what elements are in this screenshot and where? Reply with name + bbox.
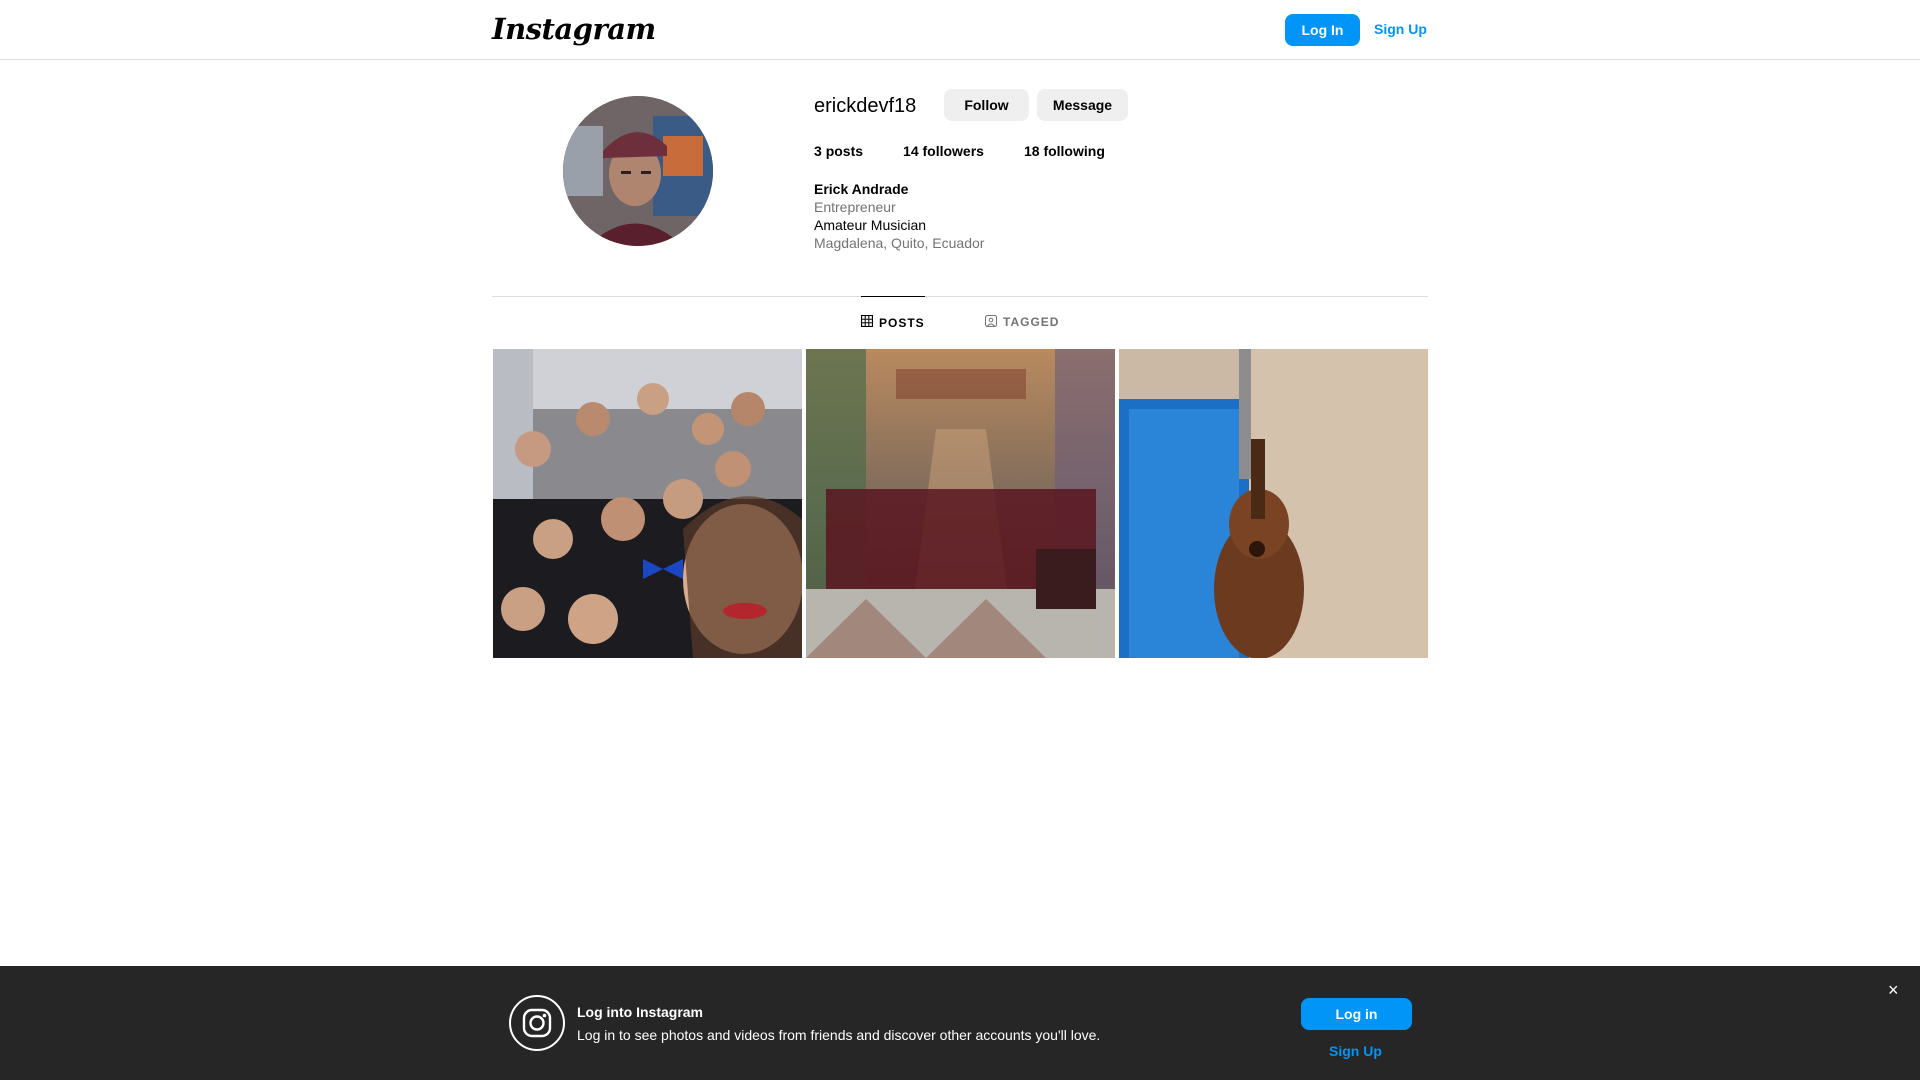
following-count: 18	[1023, 143, 1040, 159]
following-label: following	[1043, 143, 1105, 159]
close-icon[interactable]: ×	[1888, 980, 1899, 1001]
post-thumbnail-1[interactable]	[493, 349, 802, 658]
guitar-photo	[1119, 349, 1428, 658]
message-button[interactable]: Message	[1037, 89, 1128, 121]
choir-cathedral-photo	[806, 349, 1115, 658]
tab-tagged[interactable]: TAGGED	[984, 296, 1060, 348]
followers-count: 14	[903, 143, 919, 159]
top-nav: Instagram Log In Sign Up	[0, 0, 1920, 60]
profile-bio: Erick Andrade Entrepreneur Amateur Music…	[814, 180, 984, 252]
tagged-icon	[984, 314, 998, 330]
instagram-logo[interactable]: Instagram	[492, 12, 656, 46]
banner-text: Log in to see photos and videos from fri…	[577, 1027, 1101, 1043]
tab-tagged-label: TAGGED	[1003, 315, 1060, 329]
profile-full-name: Erick Andrade	[814, 181, 909, 197]
post-grid	[493, 349, 1428, 658]
profile-bio-line: Amateur Musician	[814, 217, 927, 233]
post-thumbnail-2[interactable]	[806, 349, 1115, 658]
login-banner	[0, 966, 1920, 1080]
profile-location: Magdalena, Quito, Ecuador	[814, 235, 985, 251]
login-button[interactable]: Log In	[1285, 14, 1360, 46]
posts-count: 3	[814, 143, 822, 159]
followers-label: followers	[922, 143, 984, 159]
instagram-icon	[509, 995, 565, 1051]
grid-icon	[860, 314, 874, 330]
tab-posts-label: POSTS	[879, 315, 925, 330]
posts-stat: 3 posts	[814, 143, 863, 159]
follow-button[interactable]: Follow	[944, 89, 1029, 121]
tabs-divider	[492, 296, 1428, 297]
post-thumbnail-3[interactable]	[1119, 349, 1428, 658]
followers-stat[interactable]: 14 followers	[903, 143, 984, 159]
profile-username: erickdevf18	[814, 95, 917, 117]
following-stat[interactable]: 18 following	[1024, 143, 1105, 159]
group-selfie-photo	[493, 349, 802, 658]
banner-signup-link[interactable]: Sign Up	[1329, 1043, 1382, 1059]
signup-link[interactable]: Sign Up	[1374, 21, 1427, 37]
profile-stats: 3 posts 14 followers 18 following	[814, 143, 1105, 159]
profile-avatar[interactable]	[563, 96, 713, 246]
banner-login-button[interactable]: Log in	[1301, 998, 1412, 1030]
posts-label: posts	[825, 143, 864, 159]
banner-title: Log into Instagram	[577, 1004, 703, 1020]
avatar-photo	[563, 96, 713, 246]
profile-category: Entrepreneur	[814, 199, 896, 215]
tab-posts[interactable]: POSTS	[860, 296, 925, 348]
